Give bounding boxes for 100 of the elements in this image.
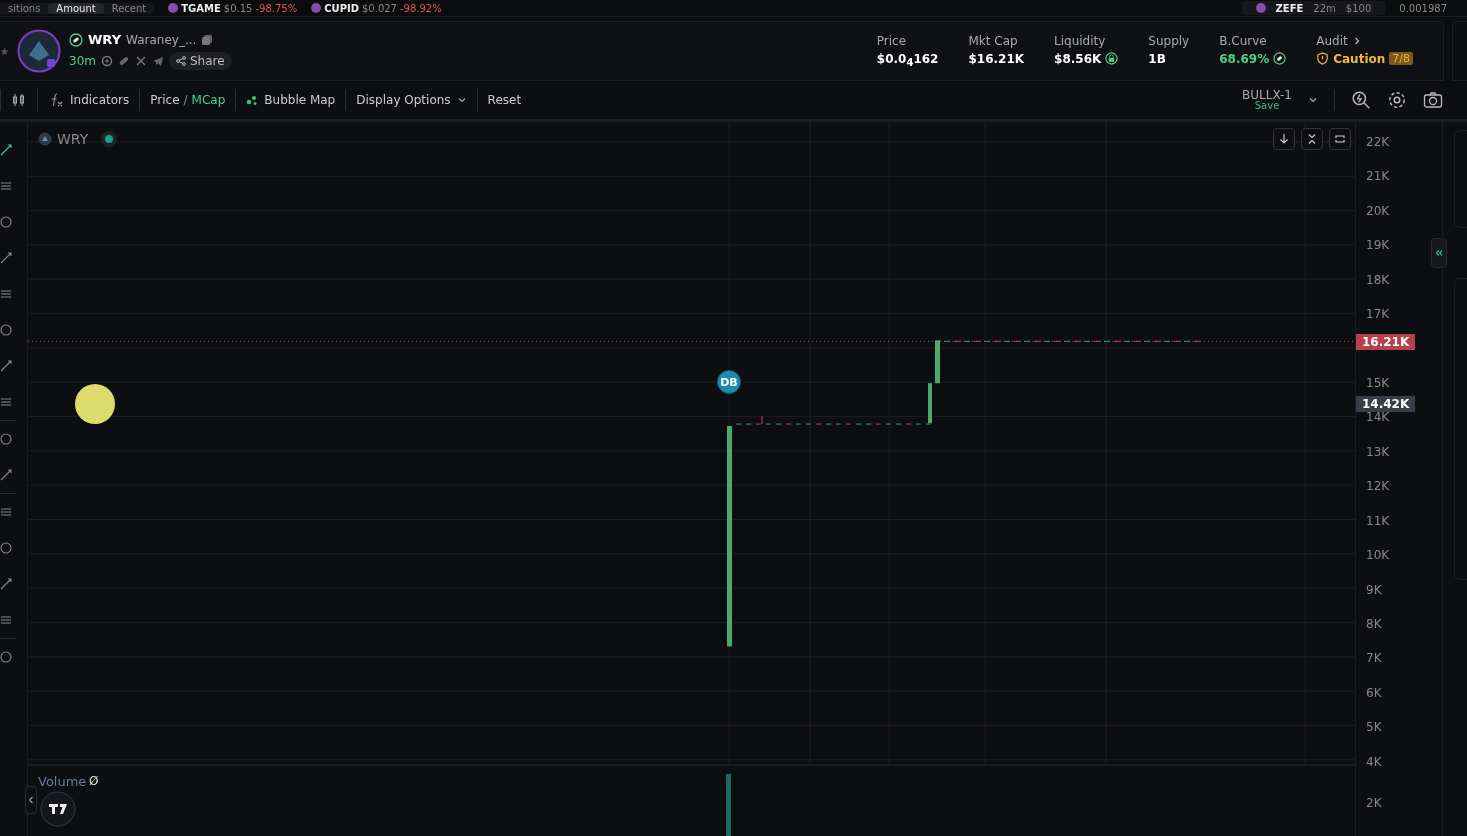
price-toggle[interactable]: Price xyxy=(150,93,180,107)
indicators-button[interactable]: Indicators xyxy=(48,92,130,108)
stat-label: Mkt Cap xyxy=(968,33,1019,48)
copy-icon[interactable] xyxy=(201,33,214,46)
axis-label: 2K xyxy=(1366,796,1382,810)
star-icon[interactable] xyxy=(0,46,9,56)
axis-label: 17K xyxy=(1366,307,1390,322)
axis-label: 10K xyxy=(1366,548,1390,563)
axis-label: 21K xyxy=(1366,169,1390,184)
candle xyxy=(935,340,940,384)
chevron-down-icon[interactable] xyxy=(1308,95,1318,105)
bubbles-icon xyxy=(246,94,259,106)
coin-icon xyxy=(311,3,322,13)
toggle-separator: / xyxy=(183,93,188,107)
shield-icon xyxy=(1316,52,1330,66)
chevron-left-icon xyxy=(28,795,34,805)
stat-value: 68.69% xyxy=(1219,51,1270,66)
stat-value: $8.56K xyxy=(1054,51,1102,66)
wallet-amount: $100 xyxy=(1345,2,1372,14)
axis-label: 8K xyxy=(1366,617,1382,631)
target-icon[interactable] xyxy=(100,55,113,67)
share-icon xyxy=(175,56,186,66)
axis-label: 5K xyxy=(1366,720,1382,735)
stat-label: Supply xyxy=(1148,33,1190,48)
balance: 0.001987 xyxy=(1399,2,1447,14)
coin-icon xyxy=(1255,3,1266,13)
volume-bar xyxy=(726,774,731,836)
telegram-icon[interactable] xyxy=(151,55,164,67)
wallet-age: 22m xyxy=(1313,2,1336,14)
axis-label: 15K xyxy=(1366,376,1390,390)
stat-label: Liquidity xyxy=(1054,33,1107,48)
token-name: Waraney_... xyxy=(126,32,197,47)
save-link[interactable]: Save xyxy=(1254,101,1280,111)
display-options-dropdown[interactable]: Display Options xyxy=(356,93,467,107)
axis-label: 20K xyxy=(1366,203,1390,218)
tab[interactable]: Amount xyxy=(48,2,104,14)
bubble-map-button[interactable]: Bubble Map xyxy=(246,93,336,107)
scroll-down-button[interactable] xyxy=(1273,128,1295,150)
double-chevron-icon xyxy=(1434,247,1444,259)
token-icon xyxy=(38,132,52,146)
expand-button[interactable] xyxy=(1431,238,1447,268)
settings-icon[interactable] xyxy=(1387,90,1407,110)
mcap-toggle[interactable]: MCap xyxy=(191,93,226,107)
volume-value: Ø xyxy=(89,774,99,788)
loop-icon xyxy=(1334,133,1346,145)
share-button[interactable]: Share xyxy=(168,52,232,70)
trade-marker[interactable]: DB xyxy=(717,370,741,394)
stat-label: Price xyxy=(876,33,908,48)
chevron-down-icon xyxy=(456,95,467,105)
stat-value: 1B xyxy=(1148,51,1166,66)
axis-label: 4K xyxy=(1366,754,1382,769)
reset-button[interactable]: Reset xyxy=(487,93,522,107)
axis-label: 14K xyxy=(1366,410,1390,425)
coin-icon xyxy=(168,3,179,13)
pill-icon xyxy=(69,32,83,47)
audit-link[interactable]: Audit xyxy=(1316,33,1348,48)
axis-label: 11K xyxy=(1366,513,1390,528)
axis-label: 22K xyxy=(1366,135,1390,149)
pill-icon xyxy=(1273,52,1287,66)
candles-icon[interactable] xyxy=(11,92,27,108)
token-age: 30m xyxy=(69,54,96,68)
axis-label: 18K xyxy=(1366,272,1390,287)
collapse-handle[interactable] xyxy=(25,786,37,814)
arrow-down-icon xyxy=(1278,133,1290,145)
audit-status: Caution xyxy=(1333,51,1386,66)
ticker-symbol[interactable]: CUPID xyxy=(324,2,359,14)
ticker-symbol[interactable]: TGAME xyxy=(181,2,221,14)
volume-label: Volume xyxy=(38,774,87,789)
last-price-tag: 16.21K xyxy=(1356,334,1416,350)
camera-icon[interactable] xyxy=(1423,90,1443,110)
stat-label: B.Curve xyxy=(1219,33,1268,48)
axis-label: 6K xyxy=(1366,685,1382,700)
axis-label: 12K xyxy=(1366,479,1390,494)
axis-label: 9K xyxy=(1366,582,1382,597)
stat-value: $0.0$_{4}$162 xyxy=(876,51,939,69)
cursor-icon[interactable] xyxy=(0,144,12,156)
wallet-symbol: ZEFE xyxy=(1275,2,1304,14)
axis-label: 19K xyxy=(1366,238,1390,253)
layout-name[interactable]: BULLX-1 xyxy=(1242,89,1292,101)
stat-value: $16.21K xyxy=(968,51,1025,66)
axis-label: 13K xyxy=(1366,444,1390,459)
x-icon[interactable] xyxy=(134,55,147,67)
token-symbol: WRY xyxy=(88,32,122,47)
refresh-button[interactable] xyxy=(1329,128,1351,150)
axis-label: 7K xyxy=(1366,651,1382,666)
token-avatar xyxy=(17,29,61,73)
ticker-price: $0.15 xyxy=(223,2,253,14)
ticker-price: $0.027 xyxy=(362,2,397,14)
ticker-change: -98.75% xyxy=(255,2,298,14)
logo-icon[interactable] xyxy=(40,791,76,827)
candle xyxy=(928,383,932,424)
audit-score: 7/8 xyxy=(1389,52,1413,66)
tab[interactable]: sitions xyxy=(0,2,49,14)
collapse-icon xyxy=(1306,133,1318,145)
symbol-legend: WRY xyxy=(57,131,89,147)
cursor-price-tag: 14.42K xyxy=(1356,396,1416,412)
tab[interactable]: Recent xyxy=(103,2,155,14)
marker-dot xyxy=(75,384,115,424)
collapse-button[interactable] xyxy=(1301,128,1323,150)
ticker-change: -98.92% xyxy=(400,2,442,14)
